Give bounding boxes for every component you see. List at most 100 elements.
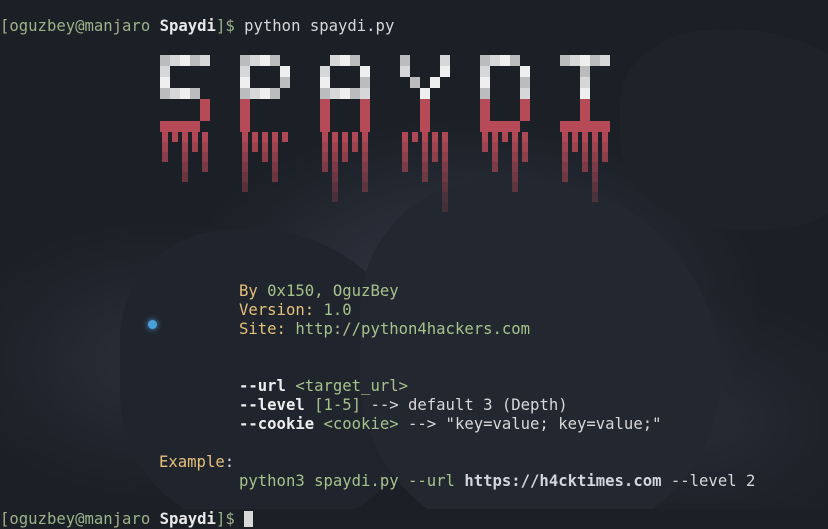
logo-pixel — [420, 88, 430, 99]
logo-drip — [492, 132, 498, 142]
logo-drip — [482, 142, 488, 152]
logo-pixel — [330, 88, 340, 99]
logo-drip — [592, 192, 598, 202]
logo-drip — [332, 172, 338, 182]
logo-drip — [602, 142, 608, 152]
logo-drip — [432, 142, 438, 152]
logo-drip — [192, 132, 198, 142]
logo-drip — [402, 152, 408, 162]
logo-drip — [442, 202, 448, 212]
logo-drip — [562, 142, 568, 152]
logo-pixel — [360, 66, 370, 77]
example-command-line: python3 spaydi.py --url https://h4cktime… — [239, 453, 755, 491]
logo-pixel — [160, 77, 170, 88]
logo-drip — [422, 172, 428, 182]
logo-drip — [282, 132, 288, 142]
logo-pixel — [590, 121, 600, 132]
logo-pixel — [580, 55, 590, 66]
logo-drip — [442, 142, 448, 152]
logo-pixel — [320, 88, 330, 99]
logo-drip — [262, 132, 268, 142]
logo-pixel — [400, 66, 410, 77]
logo-drip — [162, 152, 168, 162]
logo-pixel — [160, 88, 170, 99]
example-cmd-prefix: python3 spaydi.py --url — [239, 472, 455, 490]
logo-drip — [242, 152, 248, 162]
logo-drip — [322, 152, 328, 162]
logo-drip — [252, 132, 258, 142]
prompt-line-active[interactable]: [oguzbey@manjaro Spaydi]$ — [0, 491, 254, 529]
logo-drip — [592, 172, 598, 182]
logo-pixel — [320, 121, 330, 132]
logo-pixel — [170, 88, 180, 99]
logo-pixel — [350, 55, 360, 66]
logo-drip — [442, 192, 448, 202]
logo-drip — [362, 182, 368, 192]
logo-pixel — [490, 55, 500, 66]
logo-pixel — [180, 121, 190, 132]
logo-pixel — [190, 88, 200, 99]
logo-pixel — [160, 121, 170, 132]
logo-drip — [242, 162, 248, 172]
logo-pixel — [360, 110, 370, 121]
logo-drip — [272, 162, 278, 172]
logo-pixel — [600, 121, 610, 132]
logo-drip — [442, 152, 448, 162]
logo-pixel — [510, 55, 520, 66]
logo-pixel — [420, 121, 430, 132]
logo-drip — [202, 132, 208, 142]
logo-pixel — [430, 77, 440, 88]
logo-drip — [362, 162, 368, 172]
logo-pixel — [480, 121, 490, 132]
logo-pixel — [240, 121, 250, 132]
logo-drip — [332, 152, 338, 162]
logo-drip — [442, 132, 448, 142]
logo-pixel — [170, 121, 180, 132]
logo-drip — [272, 172, 278, 182]
logo-pixel — [520, 88, 530, 99]
logo-drip — [442, 172, 448, 182]
example-label: Example — [159, 453, 225, 471]
logo-pixel — [490, 121, 500, 132]
cookie-desc: --> "key=value; key=value;" — [408, 415, 662, 433]
logo-pixel — [180, 88, 190, 99]
logo-pixel — [580, 66, 590, 77]
logo-drip — [342, 132, 348, 142]
logo-drip — [512, 142, 518, 152]
logo-drip — [492, 152, 498, 162]
logo-pixel — [360, 121, 370, 132]
logo-drip — [562, 132, 568, 142]
logo-pixel — [480, 55, 490, 66]
logo-drip — [502, 132, 508, 142]
logo-pixel — [480, 99, 490, 110]
logo-pixel — [570, 121, 580, 132]
logo-pixel — [580, 110, 590, 121]
terminal-cursor[interactable] — [244, 511, 254, 527]
logo-drip — [572, 132, 578, 142]
logo-drip — [512, 132, 518, 142]
logo-pixel — [280, 77, 290, 88]
logo-drip — [422, 162, 428, 172]
logo-drip — [332, 162, 338, 172]
logo-drip — [342, 152, 348, 162]
logo-drip — [242, 172, 248, 182]
logo-drip — [162, 142, 168, 152]
logo-drip — [422, 152, 428, 162]
logo-pixel — [260, 88, 270, 99]
logo-drip — [512, 152, 518, 162]
logo-pixel — [170, 55, 180, 66]
logo-drip — [592, 152, 598, 162]
logo-drip — [242, 182, 248, 192]
logo-pixel — [330, 55, 340, 66]
logo-drip — [562, 152, 568, 162]
spaydi-ascii-logo — [160, 55, 610, 212]
logo-pixel — [410, 77, 420, 88]
logo-drip — [332, 192, 338, 202]
logo-drip — [182, 132, 188, 142]
logo-pixel — [240, 110, 250, 121]
logo-pixel — [520, 77, 530, 88]
logo-pixel — [180, 55, 190, 66]
logo-pixel — [600, 55, 610, 66]
logo-pixel — [320, 110, 330, 121]
logo-drip — [362, 172, 368, 182]
